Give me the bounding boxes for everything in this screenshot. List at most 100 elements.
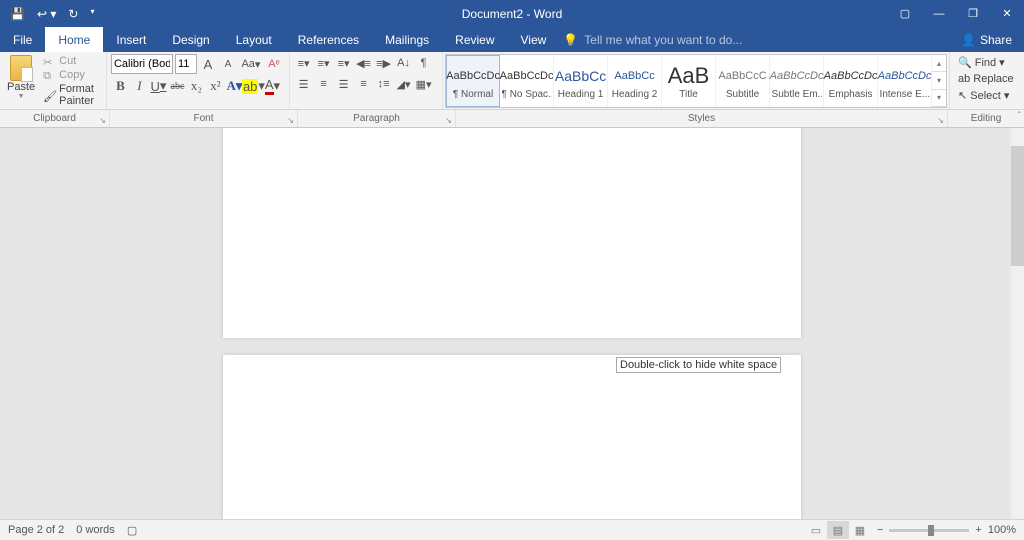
print-layout-button[interactable]: ▤ (827, 521, 849, 539)
document-area: Double-click to hide white space (0, 128, 1024, 519)
italic-button[interactable]: I (130, 77, 149, 95)
zoom-level[interactable]: 100% (988, 524, 1016, 536)
tab-mailings[interactable]: Mailings (372, 27, 442, 52)
web-layout-button[interactable]: ▦ (849, 521, 871, 539)
underline-button[interactable]: U▾ (149, 77, 168, 95)
align-left-button[interactable]: ☰ (294, 75, 314, 93)
page-gap[interactable] (0, 338, 1024, 355)
restore-button[interactable]: ❐ (956, 0, 990, 27)
replace-icon: ab (958, 73, 970, 85)
ribbon-display-icon[interactable]: ▢ (888, 0, 922, 27)
window-title: Document2 - Word (462, 7, 562, 21)
paragraph-launcher[interactable]: ↘ (445, 116, 452, 125)
whitespace-tooltip: Double-click to hide white space (616, 357, 781, 373)
tab-view[interactable]: View (508, 27, 560, 52)
replace-button[interactable]: abReplace (954, 71, 1018, 87)
clear-format-button[interactable]: Aᵉ (265, 55, 283, 73)
style-subtitle[interactable]: AaBbCcCSubtitle (716, 55, 770, 107)
redo-icon[interactable]: ↻ (68, 7, 78, 21)
quick-access-toolbar: 💾 ↩ ▾ ↻ ▾ (0, 7, 94, 21)
tab-file[interactable]: File (0, 27, 45, 52)
strike-button[interactable]: abc (168, 77, 187, 95)
style-heading-1[interactable]: AaBbCcHeading 1 (554, 55, 608, 107)
style---normal[interactable]: AaBbCcDc¶ Normal (446, 55, 500, 107)
bulb-icon: 💡 (563, 33, 578, 47)
style-title[interactable]: AaBTitle (662, 55, 716, 107)
show-marks-button[interactable]: ¶ (414, 54, 434, 72)
styles-down[interactable]: ▾ (932, 72, 946, 89)
style-intense-e---[interactable]: AaBbCcDcIntense E... (878, 55, 932, 107)
font-color-button[interactable]: A▾ (263, 77, 282, 95)
cut-button[interactable]: ✂Cut (40, 54, 102, 68)
zoom-out-button[interactable]: − (877, 524, 883, 536)
editing-label: Editing (971, 113, 1002, 124)
styles-label: Styles (688, 113, 715, 124)
minimize-button[interactable]: — (922, 0, 956, 27)
clipboard-label: Clipboard (33, 113, 76, 124)
shading-button[interactable]: ◢▾ (394, 75, 414, 93)
paste-button[interactable]: Paste ▼ (4, 54, 38, 101)
numbering-button[interactable]: ≡▾ (314, 54, 334, 72)
page-2[interactable] (223, 355, 801, 519)
select-button[interactable]: ↖Select ▾ (954, 87, 1013, 104)
proofing-icon[interactable]: ▢ (127, 524, 137, 537)
shrink-font-button[interactable]: A (219, 55, 237, 73)
justify-button[interactable]: ≡ (354, 75, 374, 93)
group-labels: Clipboard↘ Font↘ Paragraph↘ Styles↘ Edit… (0, 110, 1024, 128)
tab-references[interactable]: References (285, 27, 372, 52)
save-icon[interactable]: 💾 (10, 7, 25, 21)
styles-more[interactable]: ▾ (932, 90, 946, 107)
multilevel-button[interactable]: ≡▾ (334, 54, 354, 72)
align-center-button[interactable]: ≡ (314, 75, 334, 93)
zoom-in-button[interactable]: + (975, 524, 981, 536)
clipboard-launcher[interactable]: ↘ (99, 116, 106, 125)
vertical-scrollbar[interactable] (1011, 128, 1024, 519)
tell-me-search[interactable]: 💡 Tell me what you want to do... (559, 27, 949, 52)
status-bar: Page 2 of 2 0 words ▢ ▭ ▤ ▦ − + 100% (0, 519, 1024, 540)
brush-icon: 🖌 (43, 90, 56, 101)
font-launcher[interactable]: ↘ (287, 116, 294, 125)
style-heading-2[interactable]: AaBbCcHeading 2 (608, 55, 662, 107)
share-button[interactable]: 👤 Share (949, 27, 1024, 52)
word-count[interactable]: 0 words (76, 524, 115, 537)
scrollbar-thumb[interactable] (1011, 146, 1024, 266)
collapse-ribbon-button[interactable]: ˆ (1018, 111, 1021, 122)
align-right-button[interactable]: ☰ (334, 75, 354, 93)
zoom-slider[interactable] (889, 529, 969, 532)
close-button[interactable]: ✕ (990, 0, 1024, 27)
styles-launcher[interactable]: ↘ (937, 116, 944, 125)
bullets-button[interactable]: ≡▾ (294, 54, 314, 72)
style---no-spac---[interactable]: AaBbCcDc¶ No Spac... (500, 55, 554, 107)
tab-insert[interactable]: Insert (103, 27, 159, 52)
styles-up[interactable]: ▴ (932, 55, 946, 72)
page-indicator[interactable]: Page 2 of 2 (8, 524, 64, 537)
undo-icon[interactable]: ↩ ▾ (37, 7, 56, 21)
find-button[interactable]: 🔍Find ▾ (954, 54, 1009, 71)
bold-button[interactable]: B (111, 77, 130, 95)
line-spacing-button[interactable]: ↕≡ (374, 75, 394, 93)
style-subtle-em---[interactable]: AaBbCcDcSubtle Em... (770, 55, 824, 107)
superscript-button[interactable]: x² (206, 77, 225, 95)
font-name-select[interactable] (111, 54, 173, 74)
tab-layout[interactable]: Layout (223, 27, 285, 52)
borders-button[interactable]: ▦▾ (414, 75, 434, 93)
read-mode-button[interactable]: ▭ (805, 521, 827, 539)
decrease-indent-button[interactable]: ◀≡ (354, 54, 374, 72)
style-emphasis[interactable]: AaBbCcDcEmphasis (824, 55, 878, 107)
tab-home[interactable]: Home (45, 27, 103, 52)
page-1[interactable] (223, 128, 801, 338)
increase-indent-button[interactable]: ≡▶ (374, 54, 394, 72)
sort-button[interactable]: A↓ (394, 54, 414, 72)
format-painter-button[interactable]: 🖌Format Painter (40, 82, 102, 108)
highlight-button[interactable]: ab▾ (244, 77, 263, 95)
grow-font-button[interactable]: A (199, 55, 217, 73)
change-case-button[interactable]: Aa▾ (239, 55, 263, 73)
tab-design[interactable]: Design (159, 27, 222, 52)
subscript-button[interactable]: x₂ (187, 77, 206, 95)
paragraph-label: Paragraph (353, 113, 400, 124)
styles-gallery: AaBbCcDc¶ NormalAaBbCcDc¶ No Spac...AaBb… (445, 54, 947, 108)
font-size-select[interactable] (175, 54, 197, 74)
qat-customize-icon[interactable]: ▾ (90, 7, 94, 21)
tab-review[interactable]: Review (442, 27, 507, 52)
copy-button[interactable]: ⧉Copy (40, 68, 102, 82)
